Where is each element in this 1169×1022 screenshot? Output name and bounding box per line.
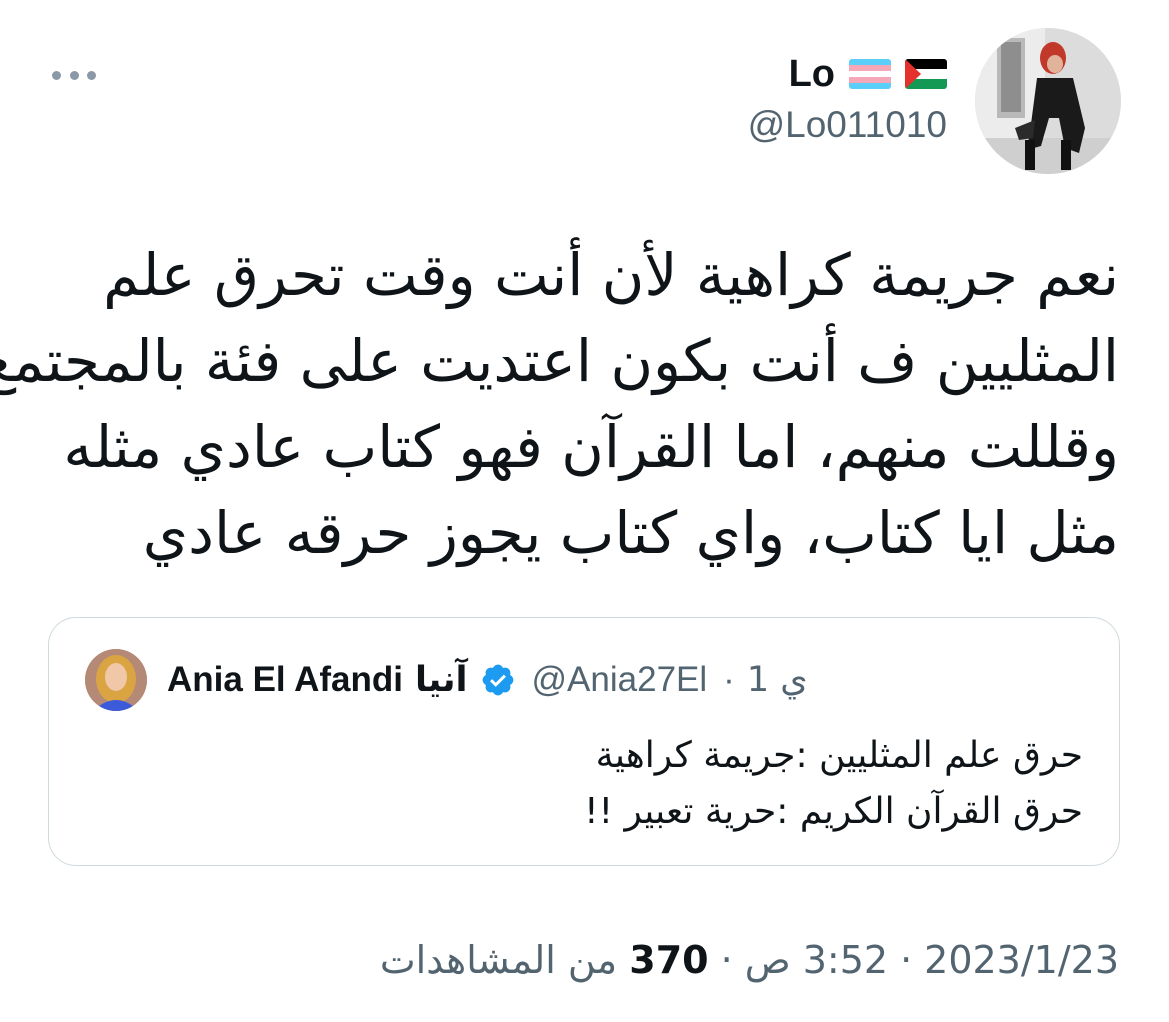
quoted-tweet[interactable]: Ania El Afandi آنيا @Ania27El · 1 ي حرق … [48,617,1120,866]
quote-avatar[interactable] [85,649,147,711]
dot [69,70,79,80]
quote-display-name-ar[interactable]: آنيا [415,660,468,700]
dot [87,70,96,80]
quote-display-name[interactable]: Ania El Afandi [167,660,403,700]
verified-badge-icon [482,664,513,696]
tweet-date[interactable]: 2023/1/23 [924,938,1119,982]
quote-text: حرق علم المثليين :جريمة كراهية حرق القرآ… [584,728,1083,840]
quote-time[interactable]: 1 ي [747,660,808,700]
transgender-flag-icon [849,59,891,89]
tweet-line: وقللت منهم، اما القرآن فهو كتاب عادي مثل… [63,413,1119,481]
meta-separator: · [720,938,733,982]
quote-line: حرق القرآن الكريم :حرية تعبير !! [584,791,1083,832]
tweet-time[interactable]: 3:52 ص [745,938,888,982]
tweet-text: نعم جريمة كراهية لأن أنت وقت تحرق علم ال… [0,232,1119,576]
tweet-line: المثليين ف أنت بكون اعتديت على فئة بالمج… [0,327,1119,395]
quote-separator: · [723,660,735,699]
views-count[interactable]: 370 [629,938,708,982]
more-options-icon[interactable] [52,60,96,90]
tweet-meta: 2023/1/23·3:52 ص·370 من المشاهدات [380,938,1119,982]
views-label: من المشاهدات [379,938,618,982]
name-row: Lo [748,48,947,100]
avatar[interactable] [975,28,1121,174]
meta-separator: · [900,938,913,982]
tweet-author: Lo @Lo011010 [748,28,1121,178]
dot [52,70,61,80]
palestine-flag-icon [905,59,947,89]
tweet-line: مثل ايا كتاب، واي كتاب يجوز حرقه عادي [142,499,1119,567]
quote-line: حرق علم المثليين :جريمة كراهية [595,735,1083,776]
author-handle[interactable]: @Lo011010 [748,104,947,146]
author-display-name[interactable]: Lo [789,53,835,96]
quote-header: Ania El Afandi آنيا @Ania27El · 1 ي [85,648,808,712]
tweet-line: نعم جريمة كراهية لأن أنت وقت تحرق علم [103,241,1119,309]
quote-handle[interactable]: @Ania27El [532,660,708,700]
author-names: Lo @Lo011010 [748,48,947,146]
